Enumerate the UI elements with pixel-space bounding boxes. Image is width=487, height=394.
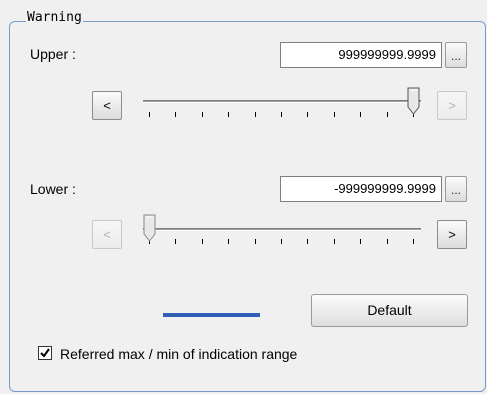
lower-slider-thumb[interactable] [143,214,156,242]
lower-decrease-button[interactable]: < [92,220,122,249]
default-button[interactable]: Default [311,294,468,327]
upper-slider-tick [386,112,388,117]
lower-increase-button[interactable]: > [437,220,467,249]
upper-slider-tick [228,112,230,117]
lower-slider-tick [254,239,256,244]
upper-increase-button[interactable]: > [437,91,467,120]
upper-browse-button[interactable]: ... [445,42,467,68]
warning-color-indicator [163,313,260,317]
upper-slider-track[interactable] [143,100,421,103]
upper-value-field[interactable]: 999999999.9999 [280,42,442,68]
referred-range-label: Referred max / min of indication range [60,346,298,362]
lower-slider-tick [281,239,282,244]
upper-slider-tick [175,112,177,117]
upper-slider-tick [201,112,203,117]
lower-slider-tick [360,239,362,244]
upper-label: Upper : [30,46,76,62]
lower-slider-tick [228,239,230,244]
upper-slider-tick [149,112,150,117]
referred-range-checkbox[interactable] [38,346,52,360]
lower-slider-track[interactable] [143,228,421,231]
lower-slider-tick [386,239,388,244]
lower-slider-tick [307,239,309,244]
upper-decrease-button[interactable]: < [92,91,122,120]
upper-slider-tick [360,112,362,117]
upper-slider-tick [307,112,309,117]
lower-browse-button[interactable]: ... [445,176,467,202]
group-title: Warning [26,10,83,26]
lower-label: Lower : [30,181,76,197]
lower-slider-tick [413,239,414,244]
lower-value-field[interactable]: -999999999.9999 [280,176,442,202]
lower-slider-tick [175,239,177,244]
lower-slider-tick [333,239,335,244]
upper-slider-tick [254,112,256,117]
check-mark-icon [40,348,50,358]
upper-slider-tick [333,112,335,117]
warning-group [9,21,486,392]
upper-slider-tick [281,112,282,117]
lower-slider-tick [201,239,203,244]
upper-slider-thumb[interactable] [407,87,420,115]
